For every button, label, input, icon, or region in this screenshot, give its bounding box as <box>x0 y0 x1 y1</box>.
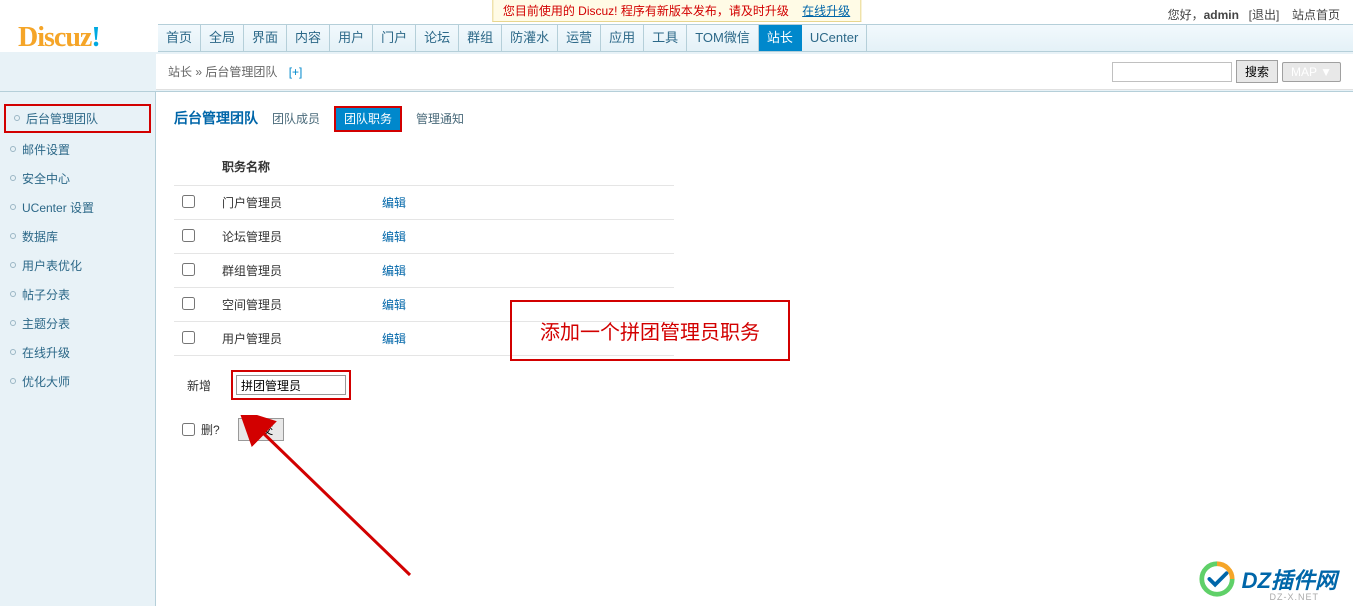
site-home-link[interactable]: 站点首页 <box>1292 8 1340 22</box>
breadcrumb-current: 后台管理团队 <box>205 65 277 79</box>
upgrade-link[interactable]: 在线升级 <box>802 4 850 18</box>
notice-text: 您目前使用的 Discuz! 程序有新版本发布，请及时升级 <box>503 4 789 18</box>
table-row: 群组管理员编辑 <box>174 254 674 288</box>
tab-0[interactable]: 团队成员 <box>272 112 320 126</box>
breadcrumb-root[interactable]: 站长 <box>168 65 192 79</box>
logout-link[interactable]: [退出] <box>1249 8 1280 22</box>
nav-item-2[interactable]: 界面 <box>244 25 287 51</box>
sidebar: 后台管理团队邮件设置安全中心UCenter 设置数据库用户表优化帖子分表主题分表… <box>0 92 156 606</box>
upgrade-notice: 您目前使用的 Discuz! 程序有新版本发布，请及时升级 在线升级 <box>492 0 861 22</box>
delete-all-checkbox[interactable] <box>182 423 195 436</box>
watermark-icon <box>1198 560 1236 598</box>
breadcrumb-add[interactable]: [+] <box>289 65 303 79</box>
main-nav: 首页全局界面内容用户门户论坛群组防灌水运营应用工具TOM微信站长UCenter <box>158 24 1353 52</box>
role-name: 用户管理员 <box>214 322 374 356</box>
edit-link[interactable]: 编辑 <box>382 298 406 312</box>
submit-row: 删? 提交 <box>182 418 1335 441</box>
edit-link[interactable]: 编辑 <box>382 332 406 346</box>
breadcrumb: 站长 » 后台管理团队 [+] <box>168 63 302 80</box>
row-checkbox[interactable] <box>182 229 195 242</box>
nav-item-3[interactable]: 内容 <box>287 25 330 51</box>
nav-item-12[interactable]: TOM微信 <box>687 25 759 51</box>
row-checkbox[interactable] <box>182 263 195 276</box>
content-header: 站长 » 后台管理团队 [+] 搜索 MAP ▼ <box>156 54 1353 90</box>
sidebar-item-1[interactable]: 邮件设置 <box>0 135 155 164</box>
tab-1[interactable]: 团队职务 <box>334 106 402 132</box>
nav-item-8[interactable]: 防灌水 <box>502 25 558 51</box>
delete-label: 删? <box>201 421 220 438</box>
sidebar-item-9[interactable]: 优化大师 <box>0 367 155 396</box>
nav-item-1[interactable]: 全局 <box>201 25 244 51</box>
search-input[interactable] <box>1112 62 1232 82</box>
page-tabs: 后台管理团队 团队成员团队职务管理通知 <box>174 108 1335 128</box>
nav-item-14[interactable]: UCenter <box>802 25 867 51</box>
annotation-callout: 添加一个拼团管理员职务 <box>510 300 790 361</box>
new-role-highlight <box>231 370 351 400</box>
nav-item-0[interactable]: 首页 <box>158 25 201 51</box>
search-button[interactable]: 搜索 <box>1236 60 1278 83</box>
nav-item-9[interactable]: 运营 <box>558 25 601 51</box>
username: admin <box>1204 8 1239 22</box>
new-role-input[interactable] <box>236 375 346 395</box>
role-name: 空间管理员 <box>214 288 374 322</box>
table-row: 论坛管理员编辑 <box>174 220 674 254</box>
sidebar-item-6[interactable]: 帖子分表 <box>0 280 155 309</box>
table-row: 门户管理员编辑 <box>174 186 674 220</box>
row-checkbox[interactable] <box>182 331 195 344</box>
new-row: 新增 <box>174 370 1335 400</box>
nav-item-7[interactable]: 群组 <box>459 25 502 51</box>
search-bar: 搜索 MAP ▼ <box>1112 60 1341 83</box>
sidebar-item-5[interactable]: 用户表优化 <box>0 251 155 280</box>
sidebar-item-7[interactable]: 主题分表 <box>0 309 155 338</box>
role-name: 论坛管理员 <box>214 220 374 254</box>
sidebar-item-3[interactable]: UCenter 设置 <box>0 193 155 222</box>
tab-2[interactable]: 管理通知 <box>416 112 464 126</box>
row-checkbox[interactable] <box>182 195 195 208</box>
role-name: 群组管理员 <box>214 254 374 288</box>
sidebar-item-0[interactable]: 后台管理团队 <box>4 104 151 133</box>
edit-link[interactable]: 编辑 <box>382 230 406 244</box>
page-title: 后台管理团队 <box>174 108 258 128</box>
nav-item-13[interactable]: 站长 <box>759 25 802 51</box>
edit-link[interactable]: 编辑 <box>382 196 406 210</box>
nav-item-5[interactable]: 门户 <box>373 25 416 51</box>
sidebar-item-8[interactable]: 在线升级 <box>0 338 155 367</box>
submit-button[interactable]: 提交 <box>238 418 284 441</box>
nav-item-10[interactable]: 应用 <box>601 25 644 51</box>
new-label: 新增 <box>174 377 219 394</box>
table-header: 职务名称 <box>214 148 374 186</box>
map-button[interactable]: MAP ▼ <box>1282 62 1341 82</box>
nav-item-11[interactable]: 工具 <box>644 25 687 51</box>
nav-item-6[interactable]: 论坛 <box>416 25 459 51</box>
nav-item-4[interactable]: 用户 <box>330 25 373 51</box>
sidebar-item-2[interactable]: 安全中心 <box>0 164 155 193</box>
user-bar: 您好，admin [退出] 站点首页 <box>1168 6 1343 23</box>
watermark: DZ插件网 DZ-X.NET <box>1198 560 1337 598</box>
role-name: 门户管理员 <box>214 186 374 220</box>
edit-link[interactable]: 编辑 <box>382 264 406 278</box>
row-checkbox[interactable] <box>182 297 195 310</box>
sidebar-item-4[interactable]: 数据库 <box>0 222 155 251</box>
